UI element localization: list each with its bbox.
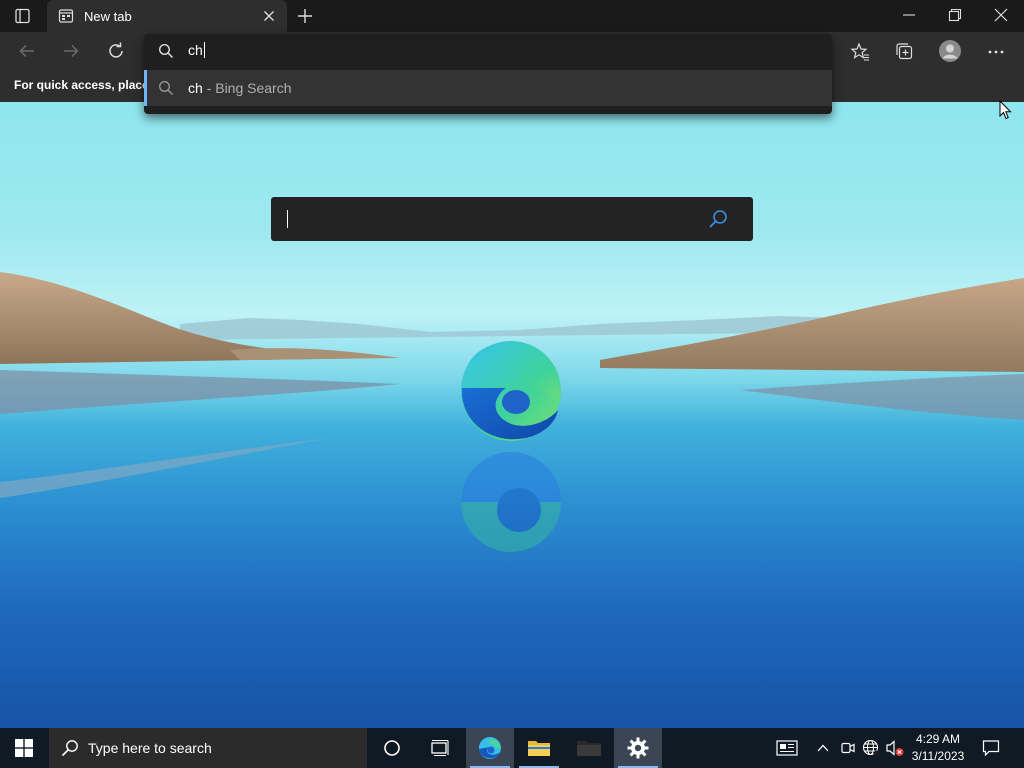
search-box-caret <box>287 210 288 228</box>
address-bar-text: ch <box>188 42 205 58</box>
settings-more-icon[interactable] <box>986 42 1006 62</box>
mail-app-button[interactable] <box>565 728 613 768</box>
meet-now-icon[interactable] <box>840 740 856 756</box>
settings-app-button[interactable] <box>614 728 662 768</box>
windows-taskbar: Type here to search 4:29 AM 3/11/2023 <box>0 728 1024 768</box>
close-window-icon[interactable] <box>994 8 1008 22</box>
web-search-box[interactable] <box>271 197 753 241</box>
back-arrow-icon[interactable] <box>18 42 36 60</box>
file-explorer-folder-icon <box>528 741 550 756</box>
profile-avatar[interactable] <box>939 40 961 62</box>
windows-logo-icon <box>15 739 33 757</box>
new-tab-page <box>0 102 1024 728</box>
clock-time: 4:29 AM <box>915 732 961 746</box>
mouse-cursor-icon <box>999 100 1012 120</box>
favorites-bar-hint: For quick access, place y <box>14 78 159 92</box>
restore-icon[interactable] <box>948 8 962 22</box>
address-search-icon <box>158 43 174 59</box>
close-tab-icon[interactable] <box>263 10 275 22</box>
taskbar-search-box[interactable]: Type here to search <box>49 728 367 768</box>
tab-strip: New tab <box>0 0 1024 32</box>
settings-gear-icon <box>627 737 649 759</box>
address-bar-input[interactable]: ch <box>144 34 832 68</box>
cortana-circle-icon <box>384 740 400 756</box>
edge-logo-icon <box>460 340 562 442</box>
start-button[interactable] <box>0 728 48 768</box>
suggestion-description: - Bing Search <box>202 80 292 96</box>
suggestion-bing-search[interactable]: ch - Bing Search <box>144 70 832 106</box>
suggestion-search-icon <box>158 80 174 96</box>
file-explorer-button[interactable] <box>515 728 563 768</box>
favorites-star-icon[interactable] <box>850 42 870 62</box>
task-view-button[interactable] <box>416 728 464 768</box>
suggestion-query: ch <box>188 80 203 96</box>
suggestion-focus-indicator <box>144 70 147 106</box>
forward-arrow-icon[interactable] <box>62 42 80 60</box>
refresh-icon[interactable] <box>106 41 126 61</box>
address-bar-dropdown: ch ch - Bing Search <box>144 34 832 114</box>
collections-icon[interactable] <box>895 42 915 62</box>
folder-dark-icon <box>577 741 601 756</box>
tab-title: New tab <box>84 9 132 24</box>
new-tab-plus-icon[interactable] <box>296 7 314 25</box>
taskbar-search-placeholder: Type here to search <box>88 740 212 756</box>
tab-actions-icon[interactable] <box>14 7 32 25</box>
edge-browser-icon <box>479 737 501 759</box>
taskbar-clock[interactable]: 4:29 AM 3/11/2023 <box>902 731 974 765</box>
new-tab-page-icon <box>58 8 74 24</box>
taskbar-edge-button[interactable] <box>466 728 514 768</box>
network-globe-icon[interactable] <box>862 739 880 757</box>
tab-new-tab[interactable]: New tab <box>47 0 287 32</box>
show-hidden-icons-chevron-icon[interactable] <box>816 741 830 755</box>
search-icon[interactable] <box>707 208 729 230</box>
clock-date: 3/11/2023 <box>911 749 965 763</box>
minimize-icon[interactable] <box>902 8 916 22</box>
notifications-icon[interactable] <box>982 739 1000 757</box>
news-widget-icon[interactable] <box>776 740 798 756</box>
task-view-icon <box>431 739 449 757</box>
suggestion-text: ch - Bing Search <box>188 80 292 96</box>
cortana-button[interactable] <box>368 728 416 768</box>
taskbar-search-icon <box>61 739 79 757</box>
